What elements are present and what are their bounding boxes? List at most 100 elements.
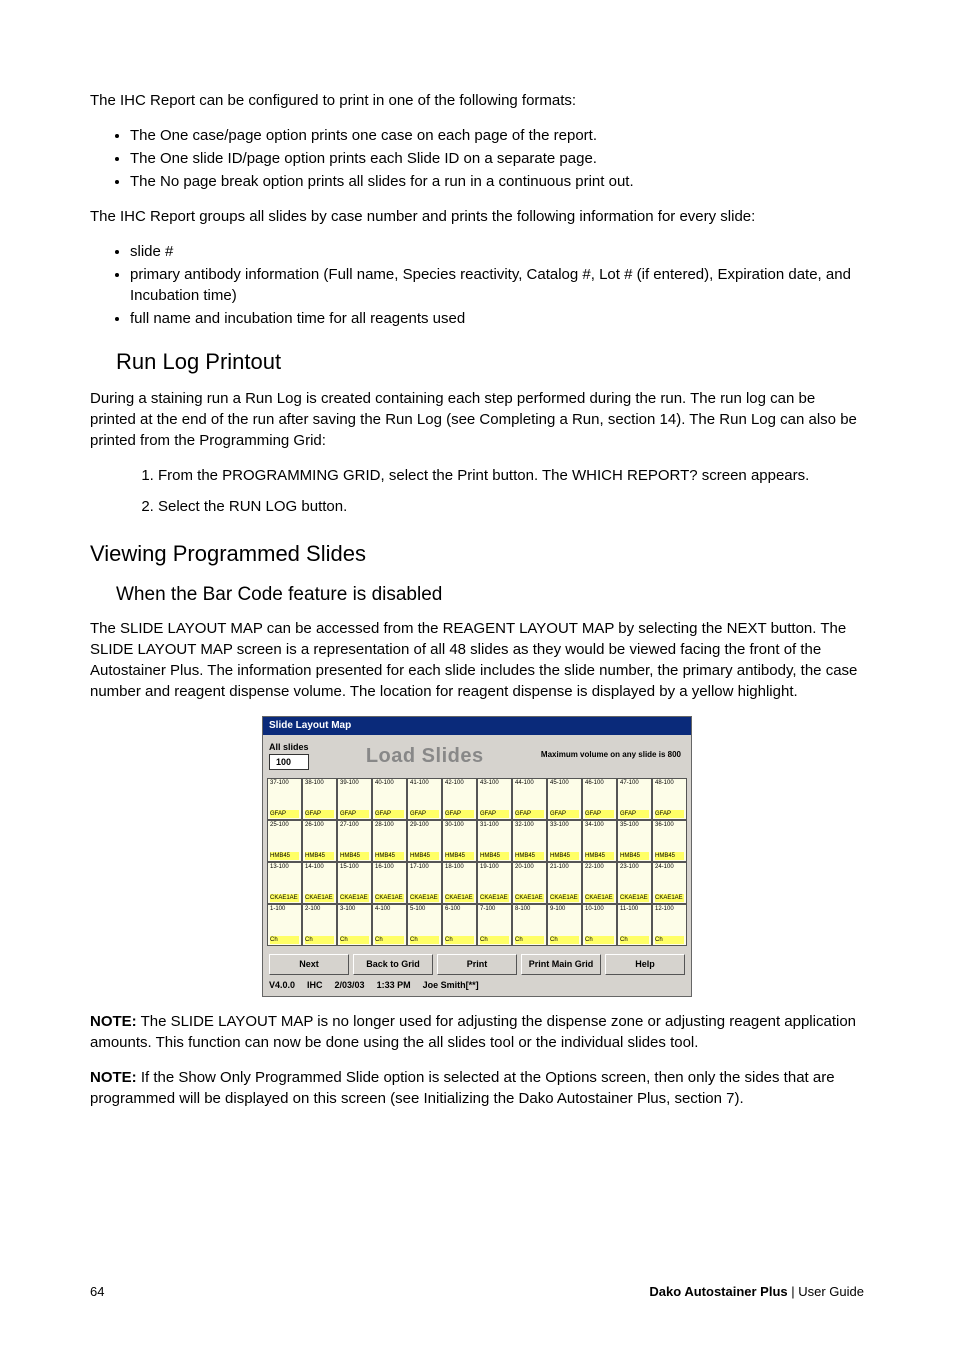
grid-row: 37-100GFAP 38-100GFAP 39-100GFAP 40-100G… bbox=[267, 778, 687, 820]
slide-cell[interactable]: 46-100GFAP bbox=[582, 778, 617, 820]
grid-row: 1-100Ch 2-100Ch 3-100Ch 4-100Ch 5-100Ch … bbox=[267, 904, 687, 946]
map-buttons-row: Next Back to Grid Print Print Main Grid … bbox=[263, 950, 691, 977]
slide-cell[interactable]: 42-100GFAP bbox=[442, 778, 477, 820]
slide-cell[interactable]: 21-100CKAE1AE bbox=[547, 862, 582, 904]
intro-paragraph: The IHC Report can be configured to prin… bbox=[90, 90, 864, 111]
slide-cell[interactable]: 28-100HMB45 bbox=[372, 820, 407, 862]
page-footer: 64 Dako Autostainer Plus | User Guide bbox=[90, 1283, 864, 1301]
slide-cell[interactable]: 7-100Ch bbox=[477, 904, 512, 946]
slide-cell[interactable]: 45-100GFAP bbox=[547, 778, 582, 820]
max-volume-label: Maximum volume on any slide is 800 bbox=[541, 751, 681, 760]
slide-cell[interactable]: 34-100HMB45 bbox=[582, 820, 617, 862]
status-date: 2/03/03 bbox=[335, 979, 365, 992]
help-button[interactable]: Help bbox=[605, 954, 685, 975]
slide-cell[interactable]: 24-100CKAE1AE bbox=[652, 862, 687, 904]
slide-cell[interactable]: 9-100Ch bbox=[547, 904, 582, 946]
map-title-bar: Slide Layout Map bbox=[263, 717, 691, 735]
all-slides-label: All slides bbox=[269, 741, 309, 754]
print-main-grid-button[interactable]: Print Main Grid bbox=[521, 954, 601, 975]
slide-cell[interactable]: 17-100CKAE1AE bbox=[407, 862, 442, 904]
slide-cell[interactable]: 11-100Ch bbox=[617, 904, 652, 946]
formats-item: The One case/page option prints one case… bbox=[130, 125, 864, 146]
slide-cell[interactable]: 23-100CKAE1AE bbox=[617, 862, 652, 904]
slide-cell[interactable]: 36-100HMB45 bbox=[652, 820, 687, 862]
slide-cell[interactable]: 18-100CKAE1AE bbox=[442, 862, 477, 904]
slide-cell[interactable]: 25-100HMB45 bbox=[267, 820, 302, 862]
slide-cell[interactable]: 27-100HMB45 bbox=[337, 820, 372, 862]
info-item: slide # bbox=[130, 241, 864, 262]
grid-row: 13-100CKAE1AE 14-100CKAE1AE 15-100CKAE1A… bbox=[267, 862, 687, 904]
back-to-grid-button[interactable]: Back to Grid bbox=[353, 954, 433, 975]
page-number: 64 bbox=[90, 1283, 104, 1301]
info-item: primary antibody information (Full name,… bbox=[130, 264, 864, 306]
slide-cell[interactable]: 30-100HMB45 bbox=[442, 820, 477, 862]
next-button[interactable]: Next bbox=[269, 954, 349, 975]
slide-cell[interactable]: 33-100HMB45 bbox=[547, 820, 582, 862]
run-log-step: Select the RUN LOG button. bbox=[158, 496, 864, 517]
slide-cell[interactable]: 22-100CKAE1AE bbox=[582, 862, 617, 904]
slide-cell[interactable]: 12-100Ch bbox=[652, 904, 687, 946]
map-header: All slides 100 Load Slides Maximum volum… bbox=[263, 735, 691, 776]
load-slides-label: Load Slides bbox=[366, 742, 484, 770]
footer-product-name: Dako Autostainer Plus bbox=[649, 1284, 787, 1299]
slide-cell[interactable]: 13-100CKAE1AE bbox=[267, 862, 302, 904]
slide-cell[interactable]: 43-100GFAP bbox=[477, 778, 512, 820]
slide-cell[interactable]: 26-100HMB45 bbox=[302, 820, 337, 862]
status-time: 1:33 PM bbox=[377, 979, 411, 992]
slide-grid: 37-100GFAP 38-100GFAP 39-100GFAP 40-100G… bbox=[263, 776, 691, 950]
slide-cell[interactable]: 39-100GFAP bbox=[337, 778, 372, 820]
note-body: The SLIDE LAYOUT MAP is no longer used f… bbox=[90, 1013, 856, 1051]
viewing-heading: Viewing Programmed Slides bbox=[90, 539, 864, 570]
slide-layout-map: Slide Layout Map All slides 100 Load Sli… bbox=[262, 716, 692, 996]
formats-item: The No page break option prints all slid… bbox=[130, 171, 864, 192]
note-label: NOTE: bbox=[90, 1013, 137, 1030]
slide-cell[interactable]: 32-100HMB45 bbox=[512, 820, 547, 862]
group-paragraph: The IHC Report groups all slides by case… bbox=[90, 206, 864, 227]
barcode-heading: When the Bar Code feature is disabled bbox=[90, 582, 864, 609]
slide-cell[interactable]: 4-100Ch bbox=[372, 904, 407, 946]
slide-cell[interactable]: 48-100GFAP bbox=[652, 778, 687, 820]
slide-cell[interactable]: 1-100Ch bbox=[267, 904, 302, 946]
grid-row: 25-100HMB45 26-100HMB45 27-100HMB45 28-1… bbox=[267, 820, 687, 862]
footer-product: Dako Autostainer Plus | User Guide bbox=[649, 1283, 864, 1301]
note-body: If the Show Only Programmed Slide option… bbox=[90, 1069, 835, 1107]
run-log-heading: Run Log Printout bbox=[90, 347, 864, 378]
status-mode: IHC bbox=[307, 979, 323, 992]
info-list: slide # primary antibody information (Fu… bbox=[90, 241, 864, 329]
slide-cell[interactable]: 35-100HMB45 bbox=[617, 820, 652, 862]
slide-cell[interactable]: 8-100Ch bbox=[512, 904, 547, 946]
slide-cell[interactable]: 38-100GFAP bbox=[302, 778, 337, 820]
print-button[interactable]: Print bbox=[437, 954, 517, 975]
slide-cell[interactable]: 20-100CKAE1AE bbox=[512, 862, 547, 904]
slide-cell[interactable]: 41-100GFAP bbox=[407, 778, 442, 820]
run-log-step: From the PROGRAMMING GRID, select the Pr… bbox=[158, 465, 864, 486]
slide-cell[interactable]: 29-100HMB45 bbox=[407, 820, 442, 862]
slide-cell[interactable]: 15-100CKAE1AE bbox=[337, 862, 372, 904]
slide-cell[interactable]: 19-100CKAE1AE bbox=[477, 862, 512, 904]
run-log-paragraph: During a staining run a Run Log is creat… bbox=[90, 388, 864, 451]
run-log-steps: From the PROGRAMMING GRID, select the Pr… bbox=[90, 465, 864, 517]
slide-cell[interactable]: 47-100GFAP bbox=[617, 778, 652, 820]
slide-cell[interactable]: 6-100Ch bbox=[442, 904, 477, 946]
note-1: NOTE: The SLIDE LAYOUT MAP is no longer … bbox=[90, 1011, 864, 1053]
slide-cell[interactable]: 2-100Ch bbox=[302, 904, 337, 946]
slide-cell[interactable]: 16-100CKAE1AE bbox=[372, 862, 407, 904]
all-slides-input[interactable]: 100 bbox=[269, 754, 309, 771]
slide-cell[interactable]: 44-100GFAP bbox=[512, 778, 547, 820]
slide-cell[interactable]: 3-100Ch bbox=[337, 904, 372, 946]
formats-list: The One case/page option prints one case… bbox=[90, 125, 864, 192]
slide-cell[interactable]: 5-100Ch bbox=[407, 904, 442, 946]
note-label: NOTE: bbox=[90, 1069, 137, 1086]
info-item: full name and incubation time for all re… bbox=[130, 308, 864, 329]
slide-cell[interactable]: 31-100HMB45 bbox=[477, 820, 512, 862]
slide-cell[interactable]: 37-100GFAP bbox=[267, 778, 302, 820]
status-user: Joe Smith[**] bbox=[423, 979, 479, 992]
status-version: V4.0.0 bbox=[269, 979, 295, 992]
footer-product-rest: | User Guide bbox=[788, 1284, 864, 1299]
slide-cell[interactable]: 10-100Ch bbox=[582, 904, 617, 946]
slide-cell[interactable]: 40-100GFAP bbox=[372, 778, 407, 820]
map-status-bar: V4.0.0 IHC 2/03/03 1:33 PM Joe Smith[**] bbox=[263, 977, 691, 996]
layout-paragraph: The SLIDE LAYOUT MAP can be accessed fro… bbox=[90, 618, 864, 702]
slide-cell[interactable]: 14-100CKAE1AE bbox=[302, 862, 337, 904]
formats-item: The One slide ID/page option prints each… bbox=[130, 148, 864, 169]
